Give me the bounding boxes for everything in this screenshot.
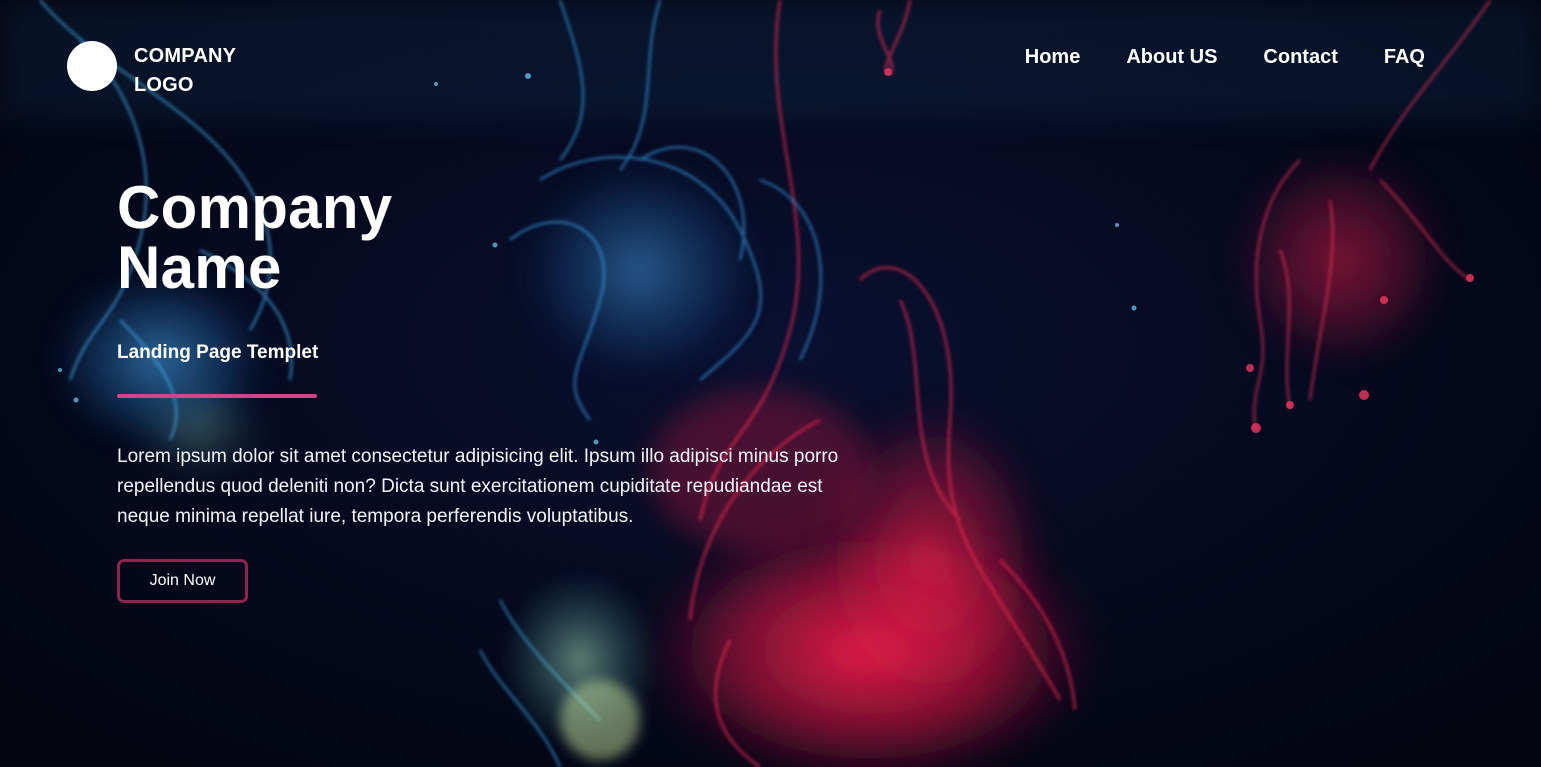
landing-page: COMPANY LOGO Home About US Contact FAQ C… (0, 0, 1541, 767)
hero-description: Lorem ipsum dolor sit amet consectetur a… (117, 446, 839, 527)
join-now-button[interactable]: Join Now (117, 559, 248, 603)
nav-link-home[interactable]: Home (1025, 43, 1081, 71)
main-nav: Home About US Contact FAQ (1025, 43, 1425, 71)
nav-link-about-us[interactable]: About US (1126, 43, 1217, 71)
hero-subtitle: Landing Page Templet (117, 342, 319, 363)
logo-text: COMPANY LOGO (134, 45, 236, 96)
nav-link-faq[interactable]: FAQ (1384, 43, 1425, 71)
nav-link-contact[interactable]: Contact (1263, 43, 1337, 71)
hero-section: Company Name Landing Page Templet Lorem … (117, 178, 877, 603)
logo-circle-icon (67, 41, 117, 91)
company-logo[interactable]: COMPANY LOGO (67, 41, 264, 100)
hero-title: Company Name (117, 174, 393, 301)
accent-divider (117, 394, 317, 398)
